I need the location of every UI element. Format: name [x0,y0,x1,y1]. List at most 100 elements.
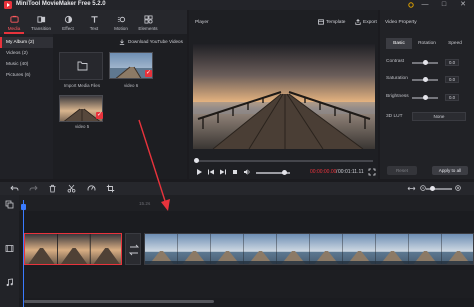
apply-to-all-button[interactable]: Apply to all [432,166,468,175]
zoom-in-icon[interactable] [455,185,461,191]
current-time: 00:00:00.00 [310,169,337,175]
template-label: Template [326,19,346,25]
tab-transition-label: Transition [31,26,51,31]
volume-button[interactable] [243,168,251,176]
import-media-tile[interactable] [59,52,103,80]
tab-text-label: Text [89,26,99,31]
player-title: Player [195,20,209,25]
template-button[interactable]: Template [318,19,345,25]
brightness-label: Brightness [386,94,409,99]
previous-frame-button[interactable] [207,168,215,176]
motion-icon [117,16,125,23]
tab-speed[interactable]: Speed [442,38,468,49]
play-icon [197,169,202,175]
elements-icon [143,15,153,24]
previous-frame-icon [208,169,214,175]
saturation-handle[interactable] [422,77,428,82]
timeline-zoom-handle[interactable] [430,186,435,191]
volume-icon [244,169,250,175]
timeline-clip-video-6[interactable] [144,233,474,265]
speed-button[interactable] [87,184,96,193]
tab-elements[interactable]: Elements [135,10,161,34]
tab-effect[interactable]: Effect [55,10,81,34]
export-button[interactable]: Export [355,19,377,25]
download-icon [119,39,125,45]
video-6-check-icon[interactable]: ✓ [145,70,152,77]
lut-select[interactable]: None [412,112,466,121]
sidebar-item-music[interactable]: Music (40) [0,59,53,70]
timeline-clip-video-5[interactable] [24,233,122,265]
delete-icon [49,184,56,193]
video-5-label: video 5 [75,124,90,129]
video-5-check-icon[interactable]: ✓ [96,112,103,119]
sidebar-item-videos[interactable]: Videos (2) [0,48,53,59]
annotation-arrow [135,118,175,213]
property-title: Video Property [385,20,417,25]
undo-icon [10,185,19,191]
tab-elements-label: Elements [138,26,158,31]
download-youtube-button[interactable]: Download YouTube Videos [119,37,187,46]
clip-video-5-filmstrip [25,234,121,264]
total-time: 00:01:11.11 [338,169,364,175]
stop-button[interactable] [231,168,239,176]
redo-icon [29,185,38,191]
tab-transition[interactable]: Transition [28,10,54,34]
minimize-button[interactable]: — [418,0,432,10]
contrast-value[interactable]: 0.0 [445,59,459,66]
sidebar-item-my-album[interactable]: My Album (2) [0,37,53,48]
next-frame-button[interactable] [219,168,227,176]
stop-icon [233,170,237,174]
fullscreen-icon [368,168,376,176]
split-button[interactable] [67,184,76,193]
folder-icon [77,61,88,71]
video-preview[interactable] [193,44,375,149]
saturation-value[interactable]: 0.0 [445,76,459,83]
contrast-handle[interactable] [422,60,428,65]
saturation-label: Saturation [386,76,408,81]
redo-button[interactable] [29,184,38,193]
tab-effect-label: Effect [62,26,74,31]
seek-handle[interactable] [194,158,199,163]
download-youtube-label: Download YouTube Videos [128,39,183,44]
close-button[interactable]: ✕ [456,0,470,10]
crop-button[interactable] [106,184,115,193]
brightness-value[interactable]: 0.0 [445,94,459,101]
tab-text[interactable]: Text [81,10,107,34]
undo-button[interactable] [10,184,19,193]
export-icon [355,19,361,25]
split-icon [67,184,76,193]
tab-basic[interactable]: Basic [386,38,412,49]
timeline-horizontal-scrollbar[interactable] [24,300,214,303]
transition-slot[interactable] [125,233,141,265]
add-track-icon[interactable] [5,200,14,209]
fullscreen-button[interactable] [368,168,376,176]
transition-swap-icon [128,244,140,256]
tab-motion[interactable]: Motion [108,10,134,34]
video-6-label: video 6 [124,83,139,88]
settings-icon[interactable] [404,0,418,10]
timeline-playhead[interactable] [23,200,24,307]
playhead-handle[interactable] [21,204,26,210]
tab-media[interactable]: Media [1,10,27,34]
crop-icon [106,184,115,193]
tab-media-label: Media [7,26,21,31]
text-icon [90,16,98,23]
timeline-ruler[interactable] [19,195,474,211]
tab-rotation[interactable]: Rotation [414,38,440,49]
sidebar-item-pictures[interactable]: Pictures (6) [0,70,53,81]
play-button[interactable] [195,168,203,176]
reset-button[interactable]: Reset [387,166,417,175]
seek-bar[interactable] [195,160,373,162]
template-icon [318,19,324,25]
delete-button[interactable] [48,184,57,193]
app-logo-icon [4,1,12,9]
maximize-button[interactable]: □ [437,0,451,10]
effect-icon [64,15,72,24]
brightness-handle[interactable] [422,95,428,100]
app-title: MiniTool MovieMaker Free 5.2.0 [16,1,106,7]
sidebar-active-indicator [0,37,2,48]
lut-label: 3D LUT [386,114,403,119]
clip-video-6-filmstrip [145,234,473,264]
fit-timeline-button[interactable] [407,184,416,193]
audio-track-lane[interactable] [19,270,474,298]
